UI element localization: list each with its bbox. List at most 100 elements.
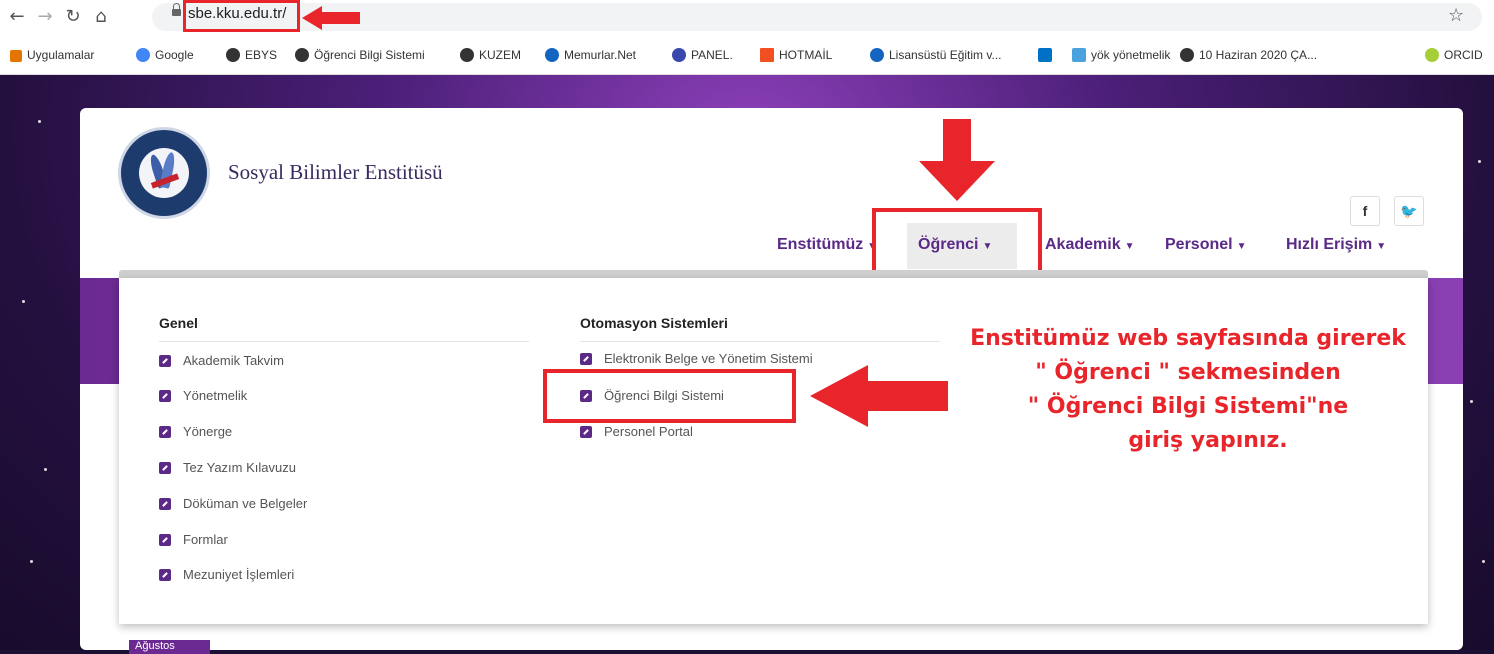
link-label: Yönetmelik	[183, 388, 248, 403]
link-akademik-takvim[interactable]: Akademik Takvim	[159, 353, 284, 368]
google-icon	[136, 48, 150, 62]
globe-icon	[295, 48, 309, 62]
annotation-line: " Öğrenci " sekmesinden	[1035, 360, 1341, 385]
star-decoration	[30, 560, 33, 563]
external-link-icon	[580, 426, 592, 438]
external-link-icon	[159, 498, 171, 510]
twitter-icon[interactable]: 🐦	[1394, 196, 1424, 226]
bookmark-label: Lisansüstü Eğitim v...	[889, 48, 1002, 62]
caret-down-icon: ▼	[1236, 241, 1247, 252]
bookmark-label: PANEL.	[691, 48, 733, 62]
external-link-icon	[159, 534, 171, 546]
link-label: Akademik Takvim	[183, 353, 284, 368]
menu-label: Personel	[1165, 236, 1233, 253]
reload-icon[interactable]: ↻	[62, 6, 84, 28]
date-tag: Ağustos	[129, 640, 210, 654]
facebook-icon[interactable]: f	[1350, 196, 1380, 226]
forward-arrow-icon[interactable]: →	[34, 6, 56, 28]
link-label: Döküman ve Belgeler	[183, 496, 308, 511]
link-formlar[interactable]: Formlar	[159, 532, 228, 547]
bookmark-orcid[interactable]: ORCID	[1425, 48, 1483, 62]
annotation-line: giriş yapınız.	[1128, 428, 1288, 453]
link-yonetmelik[interactable]: Yönetmelik	[159, 388, 247, 403]
panel-icon	[672, 48, 686, 62]
windows-icon	[760, 48, 774, 62]
star-decoration	[22, 300, 25, 303]
menu-label: Hızlı Erişim	[1286, 236, 1373, 253]
bookmark-google[interactable]: Google	[136, 48, 194, 62]
globe-icon	[460, 48, 474, 62]
bookmark-yok[interactable]: yök yönetmelik	[1072, 48, 1170, 62]
bookmark-panel[interactable]: PANEL.	[672, 48, 733, 62]
star-decoration	[38, 120, 41, 123]
menu-enstitumuz[interactable]: Enstitümüz ▼	[777, 236, 877, 254]
link-label: Yönerge	[183, 424, 233, 439]
dropdown-col-genel-title: Genel	[159, 315, 198, 331]
menu-akademik[interactable]: Akademik ▼	[1045, 236, 1135, 254]
bookmark-label: KUZEM	[479, 48, 521, 62]
link-label: Elektronik Belge ve Yönetim Sistemi	[604, 351, 813, 366]
menu-highlight-box	[872, 208, 1042, 276]
home-icon[interactable]: ⌂	[90, 6, 112, 28]
url-highlight-box	[183, 0, 300, 32]
bookmark-obs[interactable]: Öğrenci Bilgi Sistemi	[295, 48, 425, 62]
menu-personel[interactable]: Personel ▼	[1165, 236, 1247, 254]
bookmark-memurlar[interactable]: Memurlar.Net	[545, 48, 636, 62]
annotation-line: Enstitümüz web sayfasında girerek	[970, 326, 1406, 351]
external-link-icon	[159, 426, 171, 438]
orcid-icon	[1425, 48, 1439, 62]
menu-pointer-arrow	[919, 119, 995, 201]
external-link-icon	[159, 569, 171, 581]
bookmark-apps[interactable]: Uygulamalar	[10, 48, 94, 62]
bookmark-label: ORCID	[1444, 48, 1483, 62]
external-link-icon	[159, 390, 171, 402]
bookmarks-bar: Uygulamalar Google EBYS Öğrenci Bilgi Si…	[0, 38, 1494, 75]
star-decoration	[1482, 560, 1485, 563]
outlook-icon	[1038, 48, 1052, 62]
caret-down-icon: ▼	[1124, 241, 1135, 252]
link-mezuniyet[interactable]: Mezuniyet İşlemleri	[159, 567, 294, 582]
bookmark-hotmail[interactable]: HOTMAİL	[760, 48, 832, 62]
url-pointer-arrow	[302, 6, 360, 30]
bookmark-lisansustu[interactable]: Lisansüstü Eğitim v...	[870, 48, 1002, 62]
bookmark-star-icon[interactable]: ☆	[1448, 5, 1464, 26]
external-link-icon	[159, 355, 171, 367]
bookmark-label: Öğrenci Bilgi Sistemi	[314, 48, 425, 62]
bookmark-label: yök yönetmelik	[1091, 48, 1171, 62]
annotation-line: " Öğrenci Bilgi Sistemi"ne	[1027, 394, 1349, 419]
university-logo[interactable]	[118, 127, 210, 219]
external-link-icon	[159, 462, 171, 474]
bookmark-label: EBYS	[245, 48, 278, 62]
link-yonerge[interactable]: Yönerge	[159, 424, 232, 439]
bookmark-kuzem[interactable]: KUZEM	[460, 48, 521, 62]
star-decoration	[44, 468, 47, 471]
obs-highlight-box	[543, 369, 796, 423]
back-arrow-icon[interactable]: ←	[6, 6, 28, 28]
link-label: Formlar	[183, 532, 228, 547]
link-label: Tez Yazım Kılavuzu	[183, 460, 296, 475]
dropdown-col-otomasyon-title: Otomasyon Sistemleri	[580, 315, 728, 331]
link-tez-yazim[interactable]: Tez Yazım Kılavuzu	[159, 460, 296, 475]
divider	[580, 341, 940, 342]
divider	[159, 341, 529, 342]
bookmark-outlook[interactable]	[1038, 48, 1057, 62]
link-dokuman[interactable]: Döküman ve Belgeler	[159, 496, 307, 511]
bookmark-label: 10 Haziran 2020 ÇA...	[1199, 48, 1318, 62]
lock-icon	[172, 3, 181, 16]
bookmark-label: Memurlar.Net	[564, 48, 637, 62]
external-link-icon	[580, 353, 592, 365]
link-personel-portal[interactable]: Personel Portal	[580, 424, 693, 439]
star-decoration	[1470, 400, 1473, 403]
link-ebys[interactable]: Elektronik Belge ve Yönetim Sistemi	[580, 351, 813, 366]
globe-icon	[1180, 48, 1194, 62]
bookmark-ebys[interactable]: EBYS	[226, 48, 277, 62]
menu-hizli-erisim[interactable]: Hızlı Erişim ▼	[1286, 236, 1386, 254]
link-label: Mezuniyet İşlemleri	[183, 567, 295, 582]
site-title[interactable]: Sosyal Bilimler Enstitüsü	[228, 160, 443, 185]
instruction-annotation: Enstitümüz web sayfasında girerek " Öğre…	[928, 322, 1448, 458]
globe-icon	[226, 48, 240, 62]
menu-label: Akademik	[1045, 236, 1121, 253]
bookmark-haziran[interactable]: 10 Haziran 2020 ÇA...	[1180, 48, 1317, 62]
bookmark-label: HOTMAİL	[779, 48, 833, 62]
link-label: Personel Portal	[604, 424, 693, 439]
